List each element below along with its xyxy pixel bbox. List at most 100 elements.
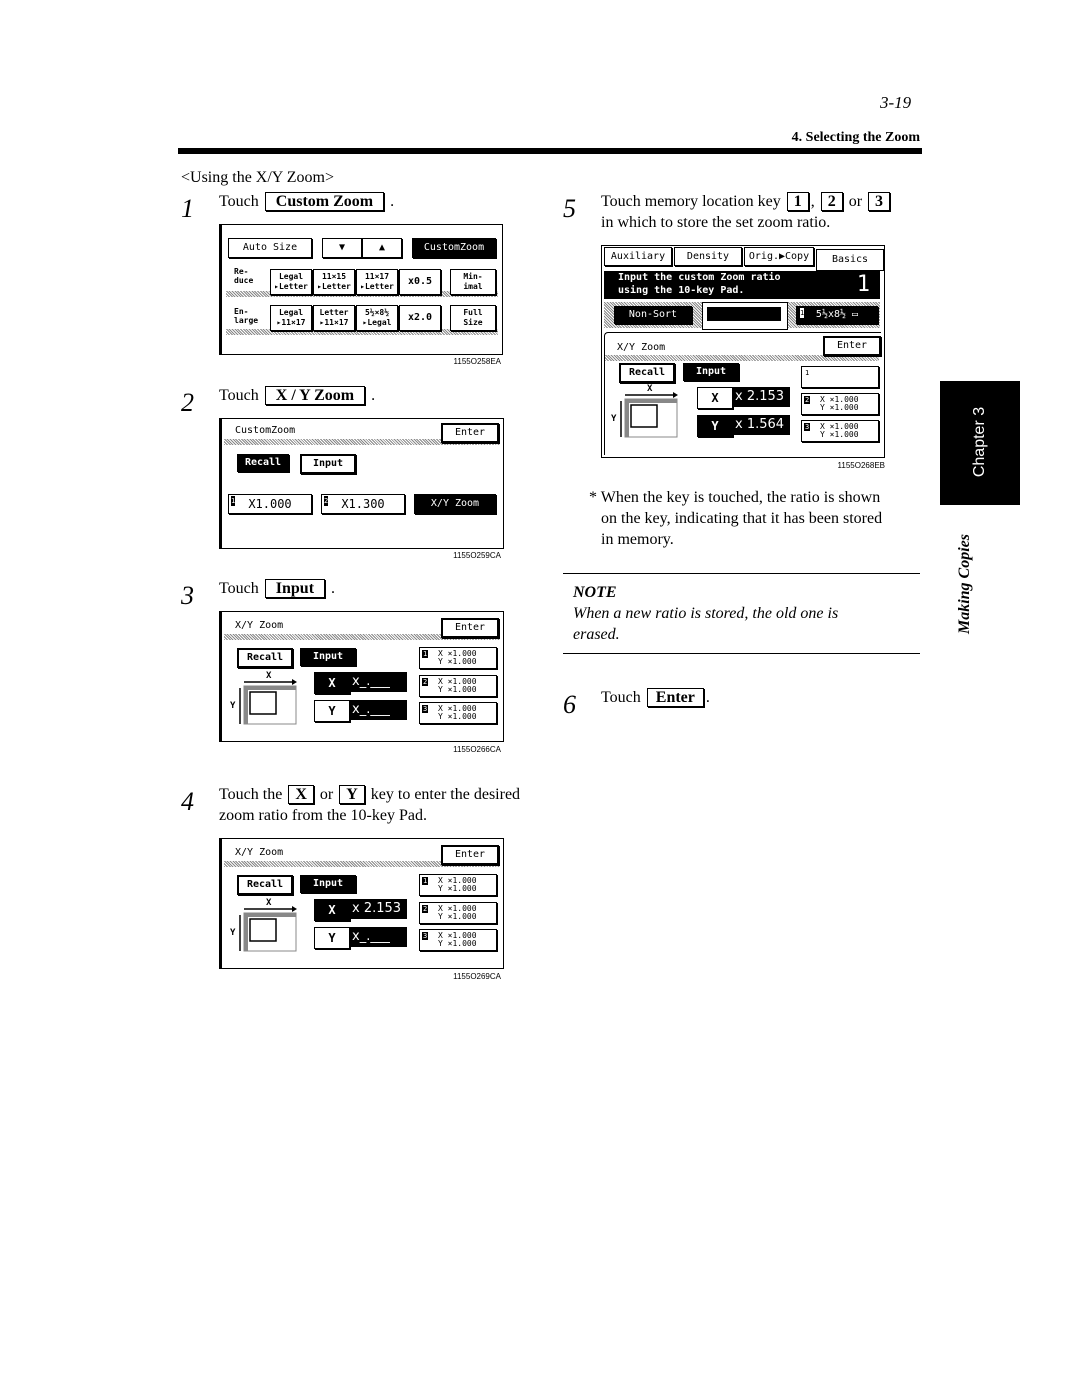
memory-value: X ×1.000 Y ×1.000 xyxy=(820,422,859,439)
memory-value: X ×1.000 Y ×1.000 xyxy=(438,677,477,694)
step-text: key to enter the desired xyxy=(370,786,521,803)
step-text: . xyxy=(331,580,336,597)
x-key[interactable]: X xyxy=(697,387,733,409)
footnote-line: on the key, indicating that it has been … xyxy=(601,510,883,527)
memory-1-button[interactable]: 1 X1.000 xyxy=(228,494,312,514)
svg-text:X: X xyxy=(647,384,653,394)
svg-text:X: X xyxy=(266,671,272,681)
enlarge-key[interactable]: Letter ▸11×17 xyxy=(313,305,355,331)
enter-button[interactable]: Enter xyxy=(441,845,499,865)
xy-zoom-button[interactable]: X/Y Zoom xyxy=(414,494,496,514)
memory-value: X ×2.153 Y ×1.564 xyxy=(820,368,859,385)
tab-basics[interactable]: Basics xyxy=(816,249,884,271)
xy-zoom-panel: X/Y Zoom Enter Recall Input XY X x 2.153… xyxy=(604,332,881,455)
memory-2-button[interactable]: 2X ×1.000 Y ×1.000 xyxy=(801,393,879,415)
screen-title: CustomZoom xyxy=(235,425,296,436)
step-text: . xyxy=(390,193,395,210)
reduce-key[interactable]: Legal ▸Letter xyxy=(270,269,312,295)
step-text: , xyxy=(810,193,815,210)
input-button[interactable]: Input xyxy=(300,875,356,893)
step-text: or xyxy=(848,193,863,210)
memory-1-button[interactable]: 1X ×2.153 Y ×1.564 xyxy=(801,366,879,388)
zoom-up-button[interactable]: ▲ xyxy=(362,238,402,258)
header-rule xyxy=(178,148,922,154)
custom-zoom-button[interactable]: CustomZoom xyxy=(412,238,496,258)
input-button[interactable]: Input xyxy=(300,454,356,474)
recall-button[interactable]: Recall xyxy=(619,363,675,383)
memory-key-ref: 3 xyxy=(868,192,891,211)
figure-caption: 1155O269CA xyxy=(453,972,501,981)
memory-value: X ×1.000 Y ×1.000 xyxy=(438,876,477,893)
memory-value: X ×1.000 Y ×1.000 xyxy=(438,904,477,921)
step-number: 5 xyxy=(563,194,576,223)
memory-2-button[interactable]: 2X ×1.000 Y ×1.000 xyxy=(419,902,497,924)
step-number: 3 xyxy=(181,581,194,610)
x-key[interactable]: X xyxy=(314,899,350,921)
step-3-text: Touch Input . xyxy=(219,578,335,599)
enlarge-label: En- large xyxy=(234,307,259,325)
memory-3-button[interactable]: 3X ×1.000 Y ×1.000 xyxy=(419,929,497,951)
message-text: Input the custom Zoom ratio using the 10… xyxy=(618,272,781,296)
enter-button[interactable]: Enter xyxy=(441,423,499,443)
screen-title: X/Y Zoom xyxy=(235,620,284,631)
x-value: x 2.153 xyxy=(349,899,407,919)
y-key[interactable]: Y xyxy=(314,700,350,722)
chapter-title: Making Copies xyxy=(956,534,973,635)
y-key[interactable]: Y xyxy=(697,415,733,437)
reduce-key[interactable]: x0.5 xyxy=(399,269,441,295)
enlarge-key[interactable]: 5½×8½ ▸Legal xyxy=(356,305,398,331)
reduce-key[interactable]: 11×17 ▸Letter xyxy=(356,269,398,295)
memory-value: X1.000 xyxy=(248,497,292,511)
zoom-down-button[interactable]: ▼ xyxy=(322,238,362,258)
input-button[interactable]: Input xyxy=(683,363,739,381)
recall-button[interactable]: Recall xyxy=(237,454,289,472)
tab-auxiliary[interactable]: Auxiliary xyxy=(604,247,672,266)
y-value: x_.___ xyxy=(349,927,407,947)
screen-title: X/Y Zoom xyxy=(235,847,284,858)
chapter-label: Chapter 3 xyxy=(971,406,988,478)
memory-value: X1.300 xyxy=(341,497,385,511)
tab-orig-copy[interactable]: Orig.▶Copy xyxy=(744,247,814,266)
auto-size-button[interactable]: Auto Size xyxy=(228,238,312,258)
step-number: 1 xyxy=(181,194,194,223)
non-sort-button[interactable]: Non-Sort xyxy=(614,306,692,324)
recall-button[interactable]: Recall xyxy=(237,648,293,668)
step-4-text-line2: zoom ratio from the 10-key Pad. xyxy=(219,807,427,824)
memory-1-button[interactable]: 1X ×1.000 Y ×1.000 xyxy=(419,647,497,669)
minimal-button[interactable]: Min- imal xyxy=(450,269,496,295)
svg-text:Y: Y xyxy=(611,414,617,424)
x-key[interactable]: X xyxy=(314,672,350,694)
memory-1-button[interactable]: 1X ×1.000 Y ×1.000 xyxy=(419,874,497,896)
y-value: x_.___ xyxy=(349,700,407,720)
step-number: 6 xyxy=(563,690,576,719)
subheading: <Using the X/Y Zoom> xyxy=(181,169,334,186)
tab-density[interactable]: Density xyxy=(674,247,742,266)
x-key-ref: X xyxy=(288,785,314,804)
memory-3-button[interactable]: 3X ×1.000 Y ×1.000 xyxy=(419,702,497,724)
enter-button[interactable]: Enter xyxy=(823,336,881,356)
enlarge-key[interactable]: x2.0 xyxy=(399,305,441,331)
paper-size-button[interactable]: 1 5½x8½ ▭ xyxy=(796,306,878,324)
reduce-key[interactable]: 11×15 ▸Letter xyxy=(313,269,355,295)
note-text: When a new ratio is stored, the old one … xyxy=(573,605,839,622)
figure-caption: 1155O258EA xyxy=(453,357,501,366)
memory-2-button[interactable]: 2 X1.300 xyxy=(321,494,405,514)
screen-xy-zoom-input: X/Y Zoom Enter Recall Input XY X x_.___ … xyxy=(219,611,504,742)
x-value: x_.___ xyxy=(349,672,407,692)
figure-caption: 1155O266CA xyxy=(453,745,501,754)
memory-2-button[interactable]: 2X ×1.000 Y ×1.000 xyxy=(419,675,497,697)
recall-button[interactable]: Recall xyxy=(237,875,293,895)
step-1-text: Touch Custom Zoom . xyxy=(219,191,394,212)
screen-title: X/Y Zoom xyxy=(617,342,666,353)
screen-xy-zoom-entered: X/Y Zoom Enter Recall Input XY X x 2.153… xyxy=(219,838,504,969)
memory-value: X ×1.000 Y ×1.000 xyxy=(820,395,859,412)
enter-button[interactable]: Enter xyxy=(441,618,499,638)
screen-custom-zoom-select: Auto Size ▼ ▲ CustomZoom Re- duce Legal … xyxy=(219,224,503,355)
memory-3-button[interactable]: 3X ×1.000 Y ×1.000 xyxy=(801,420,879,442)
step-text: Touch xyxy=(219,580,259,597)
input-button[interactable]: Input xyxy=(300,648,356,666)
y-key[interactable]: Y xyxy=(314,927,350,949)
svg-text:Y: Y xyxy=(230,928,236,938)
enlarge-key[interactable]: Legal ▸11×17 xyxy=(270,305,312,331)
full-size-button[interactable]: Full Size xyxy=(450,305,496,331)
